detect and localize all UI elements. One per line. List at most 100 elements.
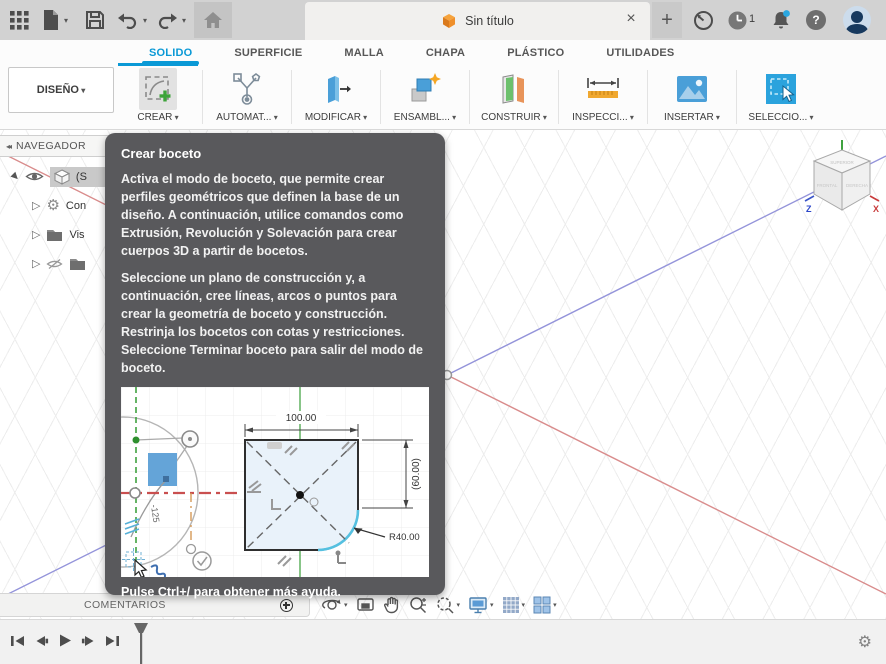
automate-icon: [233, 73, 261, 105]
collapsed-triangle-icon[interactable]: [32, 199, 40, 212]
notifications-bell-icon[interactable]: [770, 9, 792, 31]
redo-icon[interactable]: [156, 9, 178, 31]
step-forward-icon[interactable]: [81, 634, 96, 648]
undo-icon[interactable]: [117, 9, 139, 31]
save-icon[interactable]: [84, 9, 106, 31]
viewcube-z-label: Z: [806, 204, 812, 214]
timeline-marker[interactable]: [132, 623, 150, 664]
tab-close-icon[interactable]: [622, 10, 640, 28]
modify-label: MODIFICAR: [305, 112, 367, 123]
undo-caret-icon[interactable]: ▾: [143, 16, 147, 25]
model-viewport[interactable]: SUPERIOR FRONTAL DERECHA Z X NAVEGADOR: [0, 130, 886, 619]
automate-group[interactable]: AUTOMAT...: [203, 65, 291, 129]
modify-icon: [328, 76, 351, 103]
workspace-label: DISEÑO: [37, 84, 85, 96]
add-comment-icon[interactable]: [280, 599, 293, 612]
construct-group[interactable]: CONSTRUIR: [470, 65, 558, 129]
comments-label: COMENTARIOS: [84, 599, 166, 611]
tab-superficie[interactable]: SUPERFICIE: [213, 40, 323, 65]
eye-slash-icon[interactable]: [46, 258, 64, 270]
folder-icon: [47, 229, 63, 241]
automate-label: AUTOMAT...: [216, 112, 277, 123]
construct-label: CONSTRUIR: [481, 112, 547, 123]
display-settings-tool[interactable]: [468, 596, 494, 614]
step-back-icon[interactable]: [34, 634, 49, 648]
home-icon: [204, 12, 222, 28]
visibility-eye-icon[interactable]: [25, 170, 44, 183]
app-grid-menu-icon[interactable]: [8, 9, 30, 31]
folder-icon: [70, 258, 86, 270]
document-tab[interactable]: Sin título: [305, 2, 650, 40]
tab-malla[interactable]: MALLA: [323, 40, 405, 65]
tooltip-footer: Pulse Ctrl+/ para obtener más ayuda.: [121, 585, 341, 599]
fusion-window: ▾ ▾ ▾ Sin título × + 1 ? SOLIDO SUPERFIC…: [0, 0, 886, 664]
workspace-selector-button[interactable]: DISEÑO: [8, 67, 114, 113]
create-sketch-tooltip: Crear boceto Activa el modo de boceto, q…: [47, 133, 445, 599]
tab-solido[interactable]: SOLIDO: [128, 40, 213, 65]
history-count-badge: 1: [749, 13, 756, 25]
svg-text:FRONTAL: FRONTAL: [817, 183, 838, 188]
timeline-playback-controls: [10, 633, 120, 648]
file-menu-caret-icon[interactable]: ▾: [64, 16, 68, 25]
browser-panel-header[interactable]: NAVEGADOR: [0, 135, 118, 157]
grid-snap-tool[interactable]: [502, 596, 526, 614]
collapse-panel-icon[interactable]: [6, 142, 10, 151]
timeline-settings-gear-icon[interactable]: [858, 632, 872, 652]
inspect-group[interactable]: INSPECCI...: [559, 65, 647, 129]
settings-gear-icon: [46, 198, 59, 213]
create-label: CREAR: [137, 112, 178, 123]
fit-tool[interactable]: [436, 596, 461, 614]
select-label: SELECCIO...: [748, 112, 813, 123]
user-avatar[interactable]: [843, 6, 871, 34]
tooltip-paragraph-1: Activa el modo de boceto, que permite cr…: [121, 172, 404, 258]
avatar-head: [851, 11, 863, 23]
inspect-label: INSPECCI...: [572, 112, 634, 123]
job-status-icon[interactable]: [692, 9, 714, 31]
avatar-body: [846, 24, 868, 34]
views-item-label: Vis: [69, 228, 85, 241]
assemble-label: ENSAMBL...: [394, 112, 456, 123]
inspect-icon: [587, 78, 619, 98]
ribbon: SOLIDO SUPERFICIE MALLA CHAPA PLÁSTICO U…: [0, 40, 886, 130]
document-cube-icon: [443, 14, 456, 28]
file-menu-icon[interactable]: [40, 9, 62, 31]
sketch-width-dim: 100.00: [286, 413, 317, 424]
app-toolbar: ▾ ▾ ▾ Sin título × + 1 ?: [0, 0, 886, 40]
tab-plastico[interactable]: PLÁSTICO: [486, 40, 585, 65]
help-icon[interactable]: [806, 10, 826, 30]
tooltip-title: Crear boceto: [121, 146, 202, 161]
component-cube-icon: [53, 168, 71, 185]
go-to-start-icon[interactable]: [10, 634, 25, 648]
assemble-icon: [411, 73, 441, 102]
go-to-end-icon[interactable]: [105, 634, 120, 648]
view-cube[interactable]: SUPERIOR FRONTAL DERECHA Z X: [800, 138, 884, 230]
settings-item-label: Con: [65, 199, 87, 212]
svg-text:SUPERIOR: SUPERIOR: [830, 160, 854, 165]
insert-group[interactable]: INSERTAR: [648, 65, 736, 129]
redo-caret-icon[interactable]: ▾: [182, 16, 186, 25]
select-group[interactable]: SELECCIO...: [737, 65, 825, 129]
tooltip-paragraph-2: Seleccione un plano de construcción y, a…: [121, 271, 423, 375]
modify-group[interactable]: MODIFICAR: [292, 65, 380, 129]
root-item-label: (S: [75, 170, 87, 183]
collapsed-triangle-icon[interactable]: [32, 257, 40, 270]
tab-chapa[interactable]: CHAPA: [405, 40, 486, 65]
home-view-button[interactable]: [194, 2, 232, 38]
tab-utilidades[interactable]: UTILIDADES: [585, 40, 695, 65]
ribbon-tools: DISEÑO CREAR: [0, 63, 886, 129]
collapsed-triangle-icon[interactable]: [32, 228, 40, 241]
viewports-tool[interactable]: [533, 596, 557, 614]
expand-triangle-icon[interactable]: [9, 170, 22, 183]
zoom-fit-icon: [436, 596, 454, 614]
create-sketch-group[interactable]: CREAR: [114, 63, 202, 129]
play-icon[interactable]: [58, 633, 72, 648]
svg-text:DERECHA: DERECHA: [846, 183, 868, 188]
ribbon-tabs: SOLIDO SUPERFICIE MALLA CHAPA PLÁSTICO U…: [128, 40, 695, 65]
insert-image-icon: [677, 76, 707, 102]
history-clock-icon[interactable]: [726, 9, 748, 31]
construct-icon: [502, 74, 524, 104]
assemble-group[interactable]: ENSAMBL...: [381, 65, 469, 129]
new-tab-button[interactable]: [652, 2, 682, 38]
insert-label: INSERTAR: [664, 112, 720, 123]
sketch-radius-dim: R40.00: [389, 532, 420, 543]
